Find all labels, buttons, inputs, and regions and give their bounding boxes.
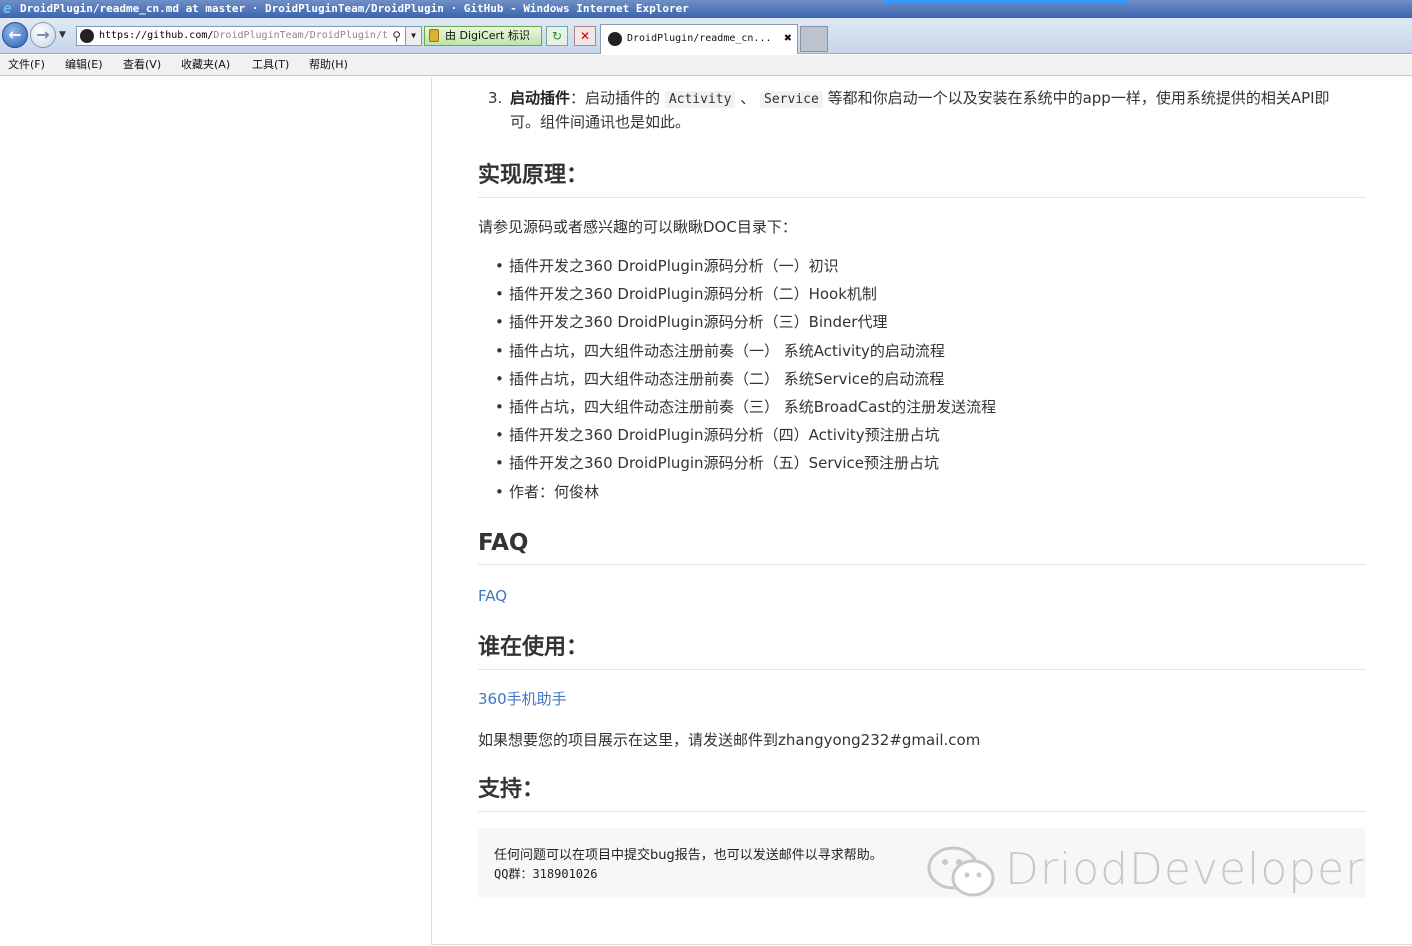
tab-title: DroidPlugin/readme_cn... (627, 33, 772, 44)
item-text: ：启动插件的 (570, 89, 661, 107)
menu-view[interactable]: 查看(V) (123, 55, 161, 75)
principle-intro: 请参见源码或者感兴趣的可以瞅瞅DOC目录下： (478, 218, 797, 236)
address-host: https://github.com/ (99, 30, 214, 41)
wechat-logo-icon (927, 846, 995, 897)
address-path: DroidPluginTeam/DroidPlugin/t (213, 30, 388, 41)
doc-list-item: 插件开发之360 DroidPlugin源码分析（二）Hook机制 (478, 283, 996, 311)
heading-principle: 实现原理： (478, 157, 1366, 198)
doc-list-item: 作者：何俊林 (478, 481, 996, 509)
menu-edit[interactable]: 编辑(E) (65, 55, 103, 75)
doc-list-item: 插件占坑，四大组件动态注册前奏（一） 系统Activity的启动流程 (478, 340, 996, 368)
doc-list: 插件开发之360 DroidPlugin源码分析（一）初识 插件开发之360 D… (478, 255, 996, 509)
lock-icon (429, 29, 439, 42)
github-favicon-icon (80, 29, 94, 43)
address-bar[interactable]: https://github.com/DroidPluginTeam/Droid… (76, 26, 422, 46)
menu-tools[interactable]: 工具(T) (252, 55, 289, 75)
refresh-button[interactable]: ↻ (546, 26, 568, 46)
support-line-2: QQ群：318901026 (494, 867, 598, 881)
address-dropdown-icon[interactable]: ▼ (405, 27, 421, 45)
doc-list-item: 插件占坑，四大组件动态注册前奏（二） 系统Service的启动流程 (478, 368, 996, 396)
code-service: Service (760, 91, 823, 108)
doc-list-item: 插件占坑，四大组件动态注册前奏（三） 系统BroadCast的注册发送流程 (478, 396, 996, 424)
close-tab-icon[interactable]: ✖ (784, 25, 792, 53)
watermark: DriodDeveloper (925, 842, 1365, 898)
browser-tab[interactable]: DroidPlugin/readme_cn... ✖ (600, 24, 798, 54)
heading-users: 谁在使用： (478, 629, 1366, 670)
doc-list-item: 插件开发之360 DroidPlugin源码分析（四）Activity预注册占坑 (478, 424, 996, 452)
support-code-block: 任何问题可以在项目中提交bug报告，也可以发送邮件以寻求帮助。 QQ群：3189… (478, 828, 1366, 898)
watermark-text: DriodDeveloper (1005, 844, 1365, 895)
list-number: 3. (488, 89, 503, 107)
menu-help[interactable]: 帮助(H) (309, 55, 348, 75)
security-certificate-badge[interactable]: 由 DigiCert 标识 (424, 26, 542, 46)
title-bar-highlight (884, 0, 1128, 3)
window-title-bar: e DroidPlugin/readme_cn.md at master · D… (0, 0, 1412, 18)
cert-label: 由 DigiCert 标识 (445, 29, 530, 42)
stop-button[interactable]: ✕ (574, 26, 596, 46)
doc-list-item: 插件开发之360 DroidPlugin源码分析（五）Service预注册占坑 (478, 452, 996, 480)
forward-button[interactable]: → (30, 22, 56, 48)
item-separator: 、 (740, 89, 756, 107)
heading-support: 支持： (478, 771, 1366, 812)
search-icon[interactable]: ⚲ (392, 27, 401, 45)
menu-favorites[interactable]: 收藏夹(A) (181, 55, 230, 75)
back-button[interactable]: ← (2, 22, 28, 48)
list-item-start-plugin: 3. 启动插件：启动插件的 Activity 、 Service 等都和你启动一… (488, 87, 1356, 133)
user-360-link[interactable]: 360手机助手 (478, 688, 567, 709)
support-line-1: 任何问题可以在项目中提交bug报告，也可以发送邮件以寻求帮助。 (494, 848, 883, 863)
page-left-margin (0, 77, 431, 946)
github-tab-icon (608, 32, 622, 46)
new-tab-button[interactable] (800, 26, 828, 52)
menu-file[interactable]: 文件(F) (8, 55, 45, 75)
history-dropdown-icon[interactable]: ▼ (59, 30, 66, 40)
item-bold-label: 启动插件 (510, 89, 571, 107)
doc-list-item: 插件开发之360 DroidPlugin源码分析（三）Binder代理 (478, 311, 996, 339)
navigation-toolbar: ← → ▼ https://github.com/DroidPluginTeam… (0, 18, 1412, 54)
readme-container: 3. 启动插件：启动插件的 Activity 、 Service 等都和你启动一… (431, 77, 1412, 945)
users-note: 如果想要您的项目展示在这里，请发送邮件到zhangyong232#gmail.c… (478, 731, 981, 749)
doc-list-item: 插件开发之360 DroidPlugin源码分析（一）初识 (478, 255, 996, 283)
window-title: DroidPlugin/readme_cn.md at master · Dro… (20, 2, 689, 15)
menu-bar: 文件(F) 编辑(E) 查看(V) 收藏夹(A) 工具(T) 帮助(H) (0, 55, 1412, 76)
faq-link[interactable]: FAQ (478, 587, 507, 605)
internet-explorer-icon: e (3, 1, 12, 17)
code-activity: Activity (664, 91, 736, 108)
heading-faq: FAQ (478, 530, 1366, 565)
